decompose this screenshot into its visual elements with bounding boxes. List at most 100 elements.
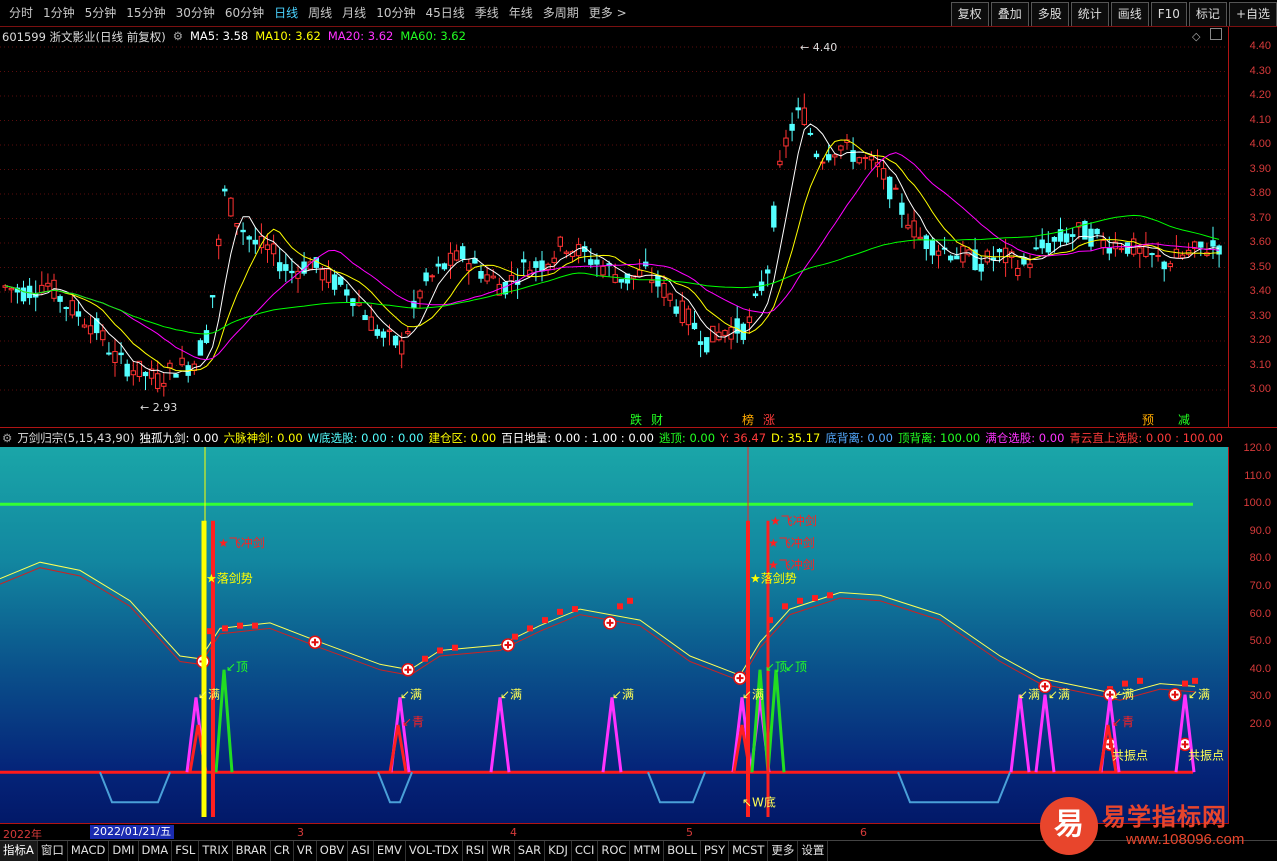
period-tab[interactable]: 45日线 (420, 0, 469, 27)
toolbar-button[interactable]: +自选 (1228, 2, 1277, 26)
indicator-tab[interactable]: ASI (348, 841, 374, 861)
period-tab[interactable]: 年线 (504, 0, 538, 27)
plus-circle-icon (308, 635, 322, 649)
candle-body (45, 282, 51, 287)
indicator-tab[interactable]: CCI (572, 841, 599, 861)
price-tick: 4.40 (1249, 40, 1271, 52)
indicator-tab[interactable]: KDJ (545, 841, 572, 861)
signal-dot (512, 633, 518, 640)
indicator-tab[interactable]: BOLL (664, 841, 701, 861)
indicator-tab[interactable]: 更多 (768, 841, 799, 861)
candle-body (344, 289, 350, 296)
indicator-tab[interactable]: TRIX (199, 841, 233, 861)
month-label: 4 (510, 826, 517, 839)
period-tab[interactable]: 日线 (269, 0, 303, 27)
candle-body (679, 300, 685, 324)
candle-body (1063, 233, 1070, 243)
candle-body (704, 337, 710, 353)
indicator-tab[interactable]: MCST (729, 841, 769, 861)
indicator-tab[interactable]: BRAR (233, 841, 271, 861)
close-icon[interactable] (1210, 28, 1222, 40)
period-tab[interactable]: 分时 (4, 0, 38, 27)
plus-circle-icon (1168, 687, 1182, 702)
candle-body (1161, 261, 1167, 270)
candle-body (923, 235, 929, 250)
indicator-tab[interactable]: CR (271, 841, 294, 861)
indicator-tab[interactable]: MACD (68, 841, 110, 861)
indicator-tab[interactable]: DMI (109, 841, 139, 861)
indicator-tab[interactable]: FSL (172, 841, 200, 861)
candle-body (270, 243, 277, 255)
watermark: 易 易学指标网 www.108096.com (1040, 795, 1277, 859)
period-tab[interactable]: 多周期 (538, 0, 584, 27)
indicator-tab[interactable]: MTM (630, 841, 665, 861)
period-tab[interactable]: 10分钟 (371, 0, 420, 27)
period-tab[interactable]: 60分钟 (220, 0, 269, 27)
toolbar-button[interactable]: 统计 (1070, 2, 1109, 26)
signal-dot (542, 617, 548, 624)
candle-body (887, 176, 893, 200)
indicator-tab[interactable]: VR (294, 841, 317, 861)
toolbar-button[interactable]: F10 (1150, 2, 1187, 26)
candle-body (453, 250, 460, 261)
toolbar-button[interactable]: 画线 (1110, 2, 1149, 26)
signal-dot (617, 603, 623, 610)
full-position-label: ↙满 (612, 688, 634, 702)
indicator-field: 建仓区: 0.00 (428, 430, 497, 445)
settings-icon[interactable]: ⚙ (2, 431, 12, 445)
indicator-tab[interactable]: OBV (317, 841, 349, 861)
indicator-tab[interactable]: 窗口 (38, 841, 68, 861)
full-position-label: ↙满 (1018, 688, 1040, 702)
indicator-field: D: 35.17 (771, 430, 821, 445)
candle-body (1094, 228, 1100, 235)
period-tab[interactable]: 5分钟 (80, 0, 122, 27)
indicator-panel[interactable]: ⚙ 万剑归宗(5,15,43,90) 独孤九剑: 0.00 六脉神剑: 0.00 W… (0, 427, 1277, 824)
candle-body (112, 351, 118, 363)
toolbar-button[interactable]: 复权 (950, 2, 989, 26)
full-position-label: ↙满 (198, 688, 220, 702)
indicator-tab[interactable]: WR (488, 841, 515, 861)
indicator-tab[interactable]: 指标A (0, 841, 38, 861)
candle-body (1137, 247, 1143, 254)
period-tab[interactable]: 15分钟 (121, 0, 170, 27)
period-tab[interactable]: 1分钟 (38, 0, 80, 27)
indicator-tab[interactable]: ROC (598, 841, 631, 861)
candle-body (374, 329, 381, 336)
indicator-plot[interactable]: ★飞冲剑 ★落剑势 ★飞冲剑 ★飞冲剑 ★飞冲剑 ★落剑势 ↙顶 ↙顶 ↙顶 ↙满 ↙满 ↙满 ↙满 ↙满… (0, 447, 1228, 824)
candle-body (1173, 248, 1180, 259)
candle-body (362, 315, 368, 321)
indicator-tab[interactable]: SAR (515, 841, 546, 861)
main-chart-panel[interactable]: ← 4.40 ← 2.93 跌财 榜涨 预 减 601599 浙文影业(日线 前复权) ⚙… (0, 27, 1277, 427)
candlestick-chart[interactable]: ← 4.40 ← 2.93 跌财 榜涨 预 减 (0, 27, 1228, 427)
diamond-icon[interactable]: ◇ (1192, 30, 1200, 43)
candle-body (1118, 248, 1125, 251)
indicator-field: Y: 36.47 (720, 430, 767, 445)
period-tab[interactable]: 30分钟 (171, 0, 220, 27)
period-tab[interactable]: 季线 (470, 0, 504, 27)
candle-body (356, 302, 362, 306)
settings-icon[interactable]: ⚙ (173, 29, 183, 45)
candle-body (100, 330, 106, 341)
period-tab[interactable]: 周线 (303, 0, 337, 27)
candle-body (557, 236, 563, 247)
w-bottom-label: ↖W底 (742, 794, 776, 809)
candle-body (1124, 242, 1131, 254)
toolbar-button[interactable]: 多股 (1030, 2, 1069, 26)
toolbar-button[interactable]: 标记 (1188, 2, 1227, 26)
period-tab[interactable]: 月线 (337, 0, 371, 27)
candle-body (222, 188, 228, 192)
indicator-field: 青云直上选股: 0.00 : 100.00 (1069, 430, 1223, 445)
indicator-tab[interactable]: EMV (374, 841, 406, 861)
price-tick: 3.10 (1249, 358, 1271, 371)
indicator-tab[interactable]: 设置 (798, 841, 829, 861)
indicator-tick: 70.0 (1249, 580, 1271, 592)
indicator-tab[interactable]: PSY (701, 841, 730, 861)
indicator-tab[interactable]: VOL-TDX (406, 841, 463, 861)
indicator-tab[interactable]: RSI (463, 841, 489, 861)
toolbar-button[interactable]: 叠加 (990, 2, 1029, 26)
indicator-tab[interactable]: DMA (139, 841, 173, 861)
indicator-chart[interactable]: ★飞冲剑★落剑势★飞冲剑★飞冲剑★飞冲剑★落剑势↙顶 ↙顶↙顶↙满 ↙满 ↙满 ↙满 ↙满… (0, 447, 1228, 824)
candle-body (935, 250, 942, 256)
candle-body (783, 137, 789, 147)
period-tab[interactable]: 更多 > (584, 0, 632, 27)
